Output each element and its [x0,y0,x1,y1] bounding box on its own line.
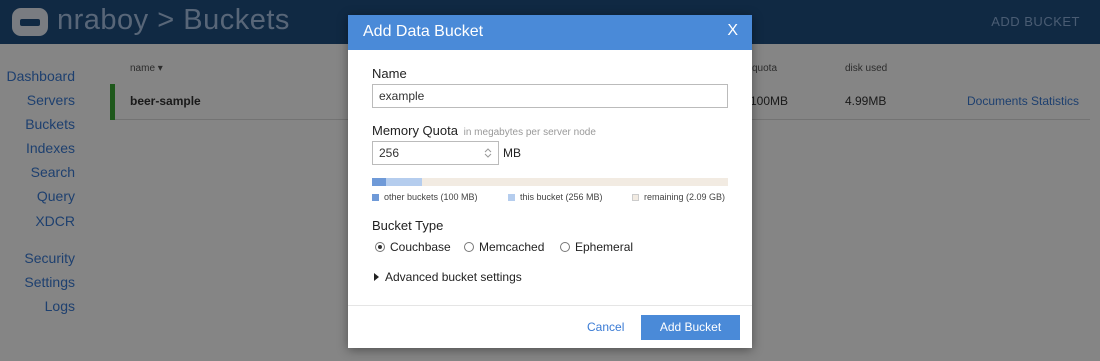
radio-ephemeral-label: Ephemeral [575,240,634,254]
radio-couchbase-label: Couchbase [390,240,451,254]
dialog-header: Add Data Bucket X [348,15,752,50]
radio-selected-icon [375,242,385,252]
caret-right-icon [374,273,379,281]
memory-quota-label: Memory Quota in megabytes per server nod… [372,123,596,138]
legend-this-bucket: this bucket (256 MB) [508,192,603,202]
name-label: Name [372,66,407,81]
legend-swatch-remaining [632,194,639,201]
radio-memcached-label: Memcached [479,240,545,254]
memory-quota-input[interactable] [373,142,483,164]
legend-this-label: this bucket (256 MB) [520,192,603,202]
bucket-name-input[interactable] [372,84,728,108]
radio-couchbase[interactable]: Couchbase [375,240,451,254]
dialog-divider [348,305,752,306]
advanced-settings-label: Advanced bucket settings [385,270,522,284]
radio-unselected-icon [560,242,570,252]
radio-memcached[interactable]: Memcached [464,240,544,254]
bucket-type-label: Bucket Type [372,218,444,233]
legend-swatch-this [508,194,515,201]
memory-quota-stepper[interactable] [372,141,499,165]
radio-ephemeral[interactable]: Ephemeral [560,240,633,254]
legend-swatch-other [372,194,379,201]
memory-quota-unit: MB [503,146,521,160]
add-bucket-dialog: Add Data Bucket X Name Memory Quota in m… [348,15,752,348]
add-bucket-button[interactable]: Add Bucket [641,315,740,340]
legend-remaining-label: remaining (2.09 GB) [644,192,726,202]
number-spinner-icon[interactable] [484,147,492,159]
radio-unselected-icon [464,242,474,252]
advanced-settings-toggle[interactable]: Advanced bucket settings [374,270,522,284]
legend-other-label: other buckets (100 MB) [384,192,478,202]
dialog-title: Add Data Bucket [363,23,484,40]
legend-other-buckets: other buckets (100 MB) [372,192,478,202]
usage-segment-other [372,178,386,186]
legend-remaining: remaining (2.09 GB) [632,192,725,202]
memory-usage-bar [372,178,728,186]
cancel-button[interactable]: Cancel [587,320,624,334]
memory-quota-label-text: Memory Quota [372,123,458,138]
memory-quota-hint: in megabytes per server node [463,127,596,138]
usage-segment-this [386,178,422,186]
close-icon[interactable]: X [727,22,738,40]
